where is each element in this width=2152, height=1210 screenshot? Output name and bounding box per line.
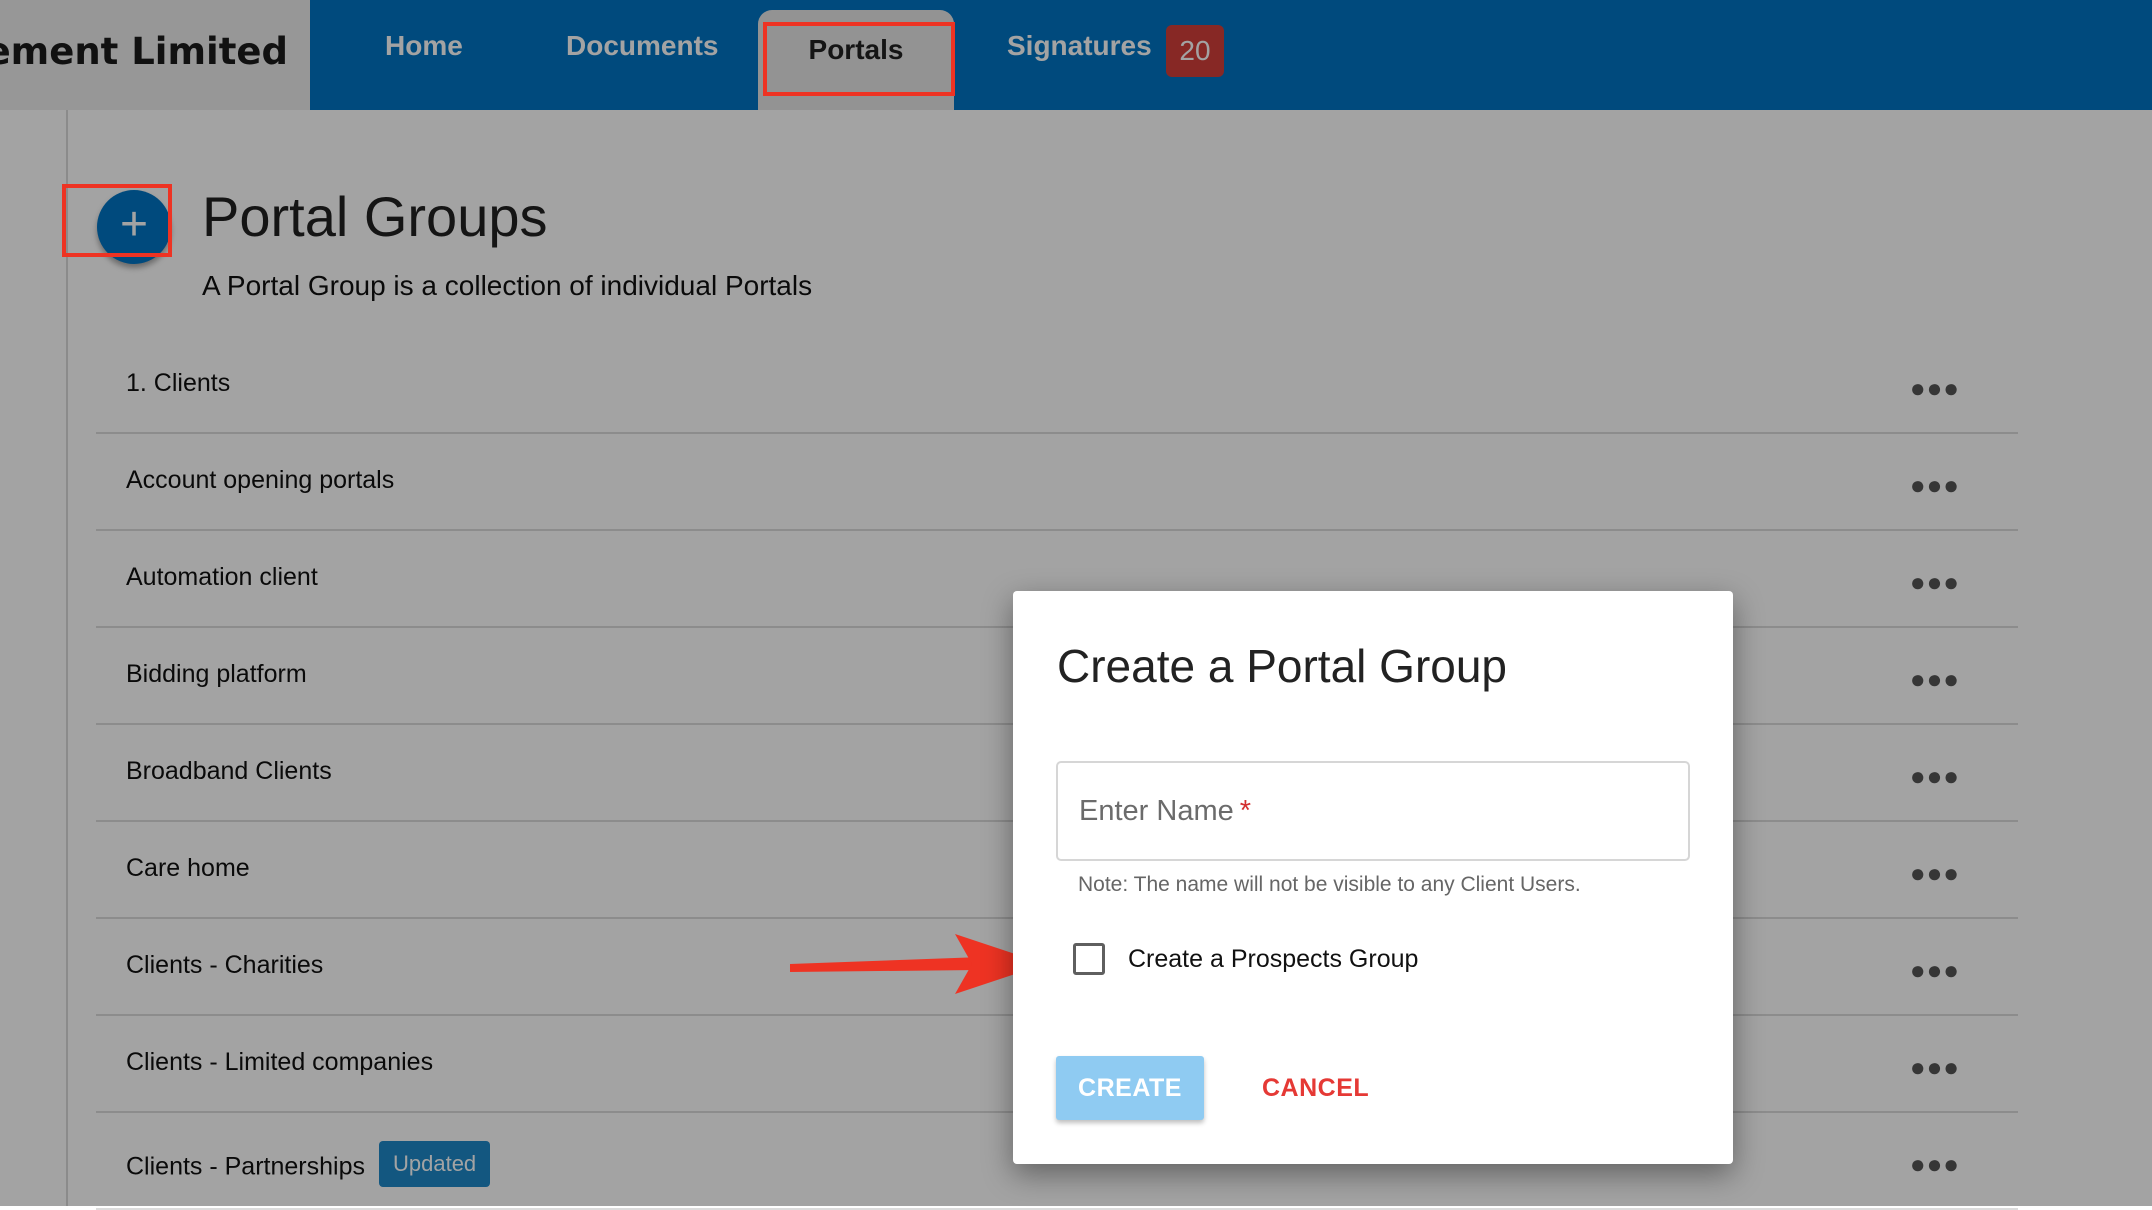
name-input[interactable] — [1058, 763, 1688, 859]
create-button[interactable]: CREATE — [1056, 1056, 1204, 1120]
create-portal-group-dialog: Create a Portal Group Enter Name * Note: … — [1013, 591, 1733, 1164]
name-visibility-note: Note: The name will not be visible to an… — [1078, 873, 1581, 896]
prospects-group-label[interactable]: Create a Prospects Group — [1128, 945, 1418, 974]
add-button-highlight — [62, 184, 172, 257]
portals-tab-highlight — [763, 22, 955, 96]
dialog-title: Create a Portal Group — [1057, 640, 1508, 692]
prospects-group-checkbox[interactable] — [1073, 943, 1105, 975]
name-field[interactable]: Enter Name * — [1056, 761, 1690, 861]
cancel-button[interactable]: CANCEL — [1262, 1056, 1369, 1120]
